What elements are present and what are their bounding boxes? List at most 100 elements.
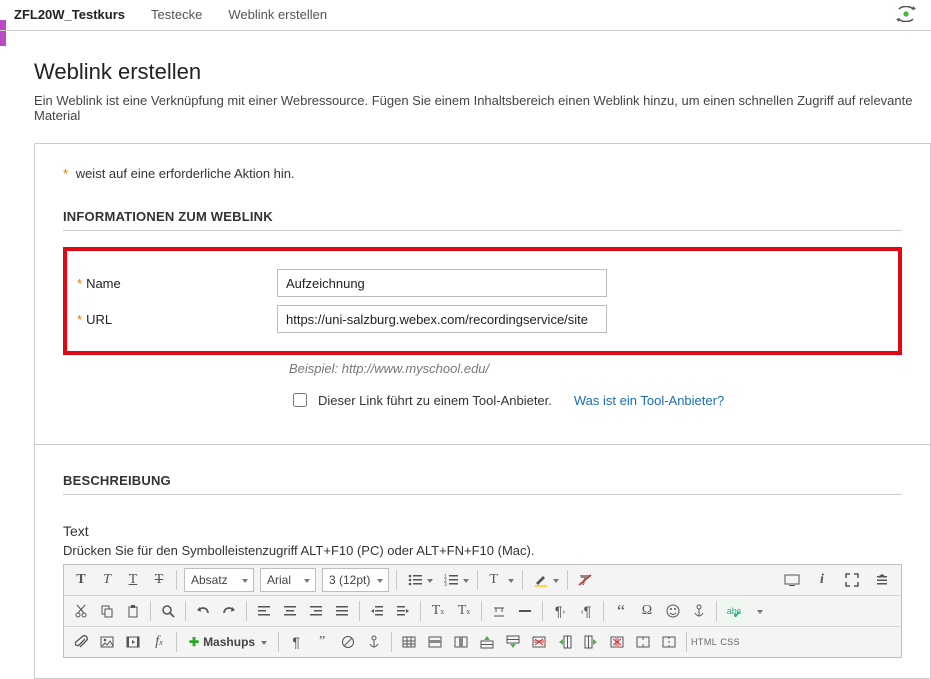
blockquote-icon[interactable]: ” [310,630,334,654]
separator [522,570,523,590]
text-color-icon[interactable]: T [483,568,517,592]
page-subtitle: Ein Weblink ist eine Verknüpfung mit ein… [34,93,931,123]
collapse-toolbar-icon[interactable] [870,568,894,592]
tool-provider-help-link[interactable]: Was ist ein Tool-Anbieter? [574,393,724,408]
url-example: Beispiel: http://www.myschool.edu/ [289,361,902,376]
mashups-dropdown[interactable]: ✚Mashups [183,630,272,654]
field-row-name: * Name [77,269,888,297]
table-merge-cells-icon[interactable] [631,630,655,654]
separator [278,632,279,652]
find-replace-icon[interactable] [156,599,180,623]
section-weblink-info-title: INFORMATIONEN ZUM WEBLINK [63,209,902,224]
table-insert-col-right-icon[interactable] [579,630,603,654]
section-description-title: BESCHREIBUNG [63,473,902,488]
separator [420,601,421,621]
separator [603,601,604,621]
font-size-select[interactable]: 3 (12pt) [322,568,389,592]
symbol-icon[interactable]: Ω [635,599,659,623]
table-split-cells-icon[interactable] [657,630,681,654]
preview-icon[interactable] [780,568,804,592]
spellcheck-options-icon[interactable] [748,599,766,623]
paste-icon[interactable] [121,599,145,623]
table-insert-icon[interactable] [397,630,421,654]
spellcheck-icon[interactable]: abc✔ [722,599,746,623]
align-left-icon[interactable] [252,599,276,623]
align-right-icon[interactable] [304,599,328,623]
superscript-icon[interactable]: Tx [426,599,450,623]
editor-hint: Drücken Sie für den Symbolleistenzugriff… [63,543,902,558]
horizontal-rule-icon[interactable] [513,599,537,623]
attach-file-icon[interactable] [69,630,93,654]
separator [359,601,360,621]
separator [481,601,482,621]
cut-icon[interactable] [69,599,93,623]
table-insert-col-left-icon[interactable] [553,630,577,654]
separator [176,632,177,652]
toolbar-row-3: fx ✚Mashups ¶ ” [64,627,901,657]
tool-provider-label: Dieser Link führt zu einem Tool-Anbieter… [318,393,552,408]
indent-icon[interactable] [391,599,415,623]
url-input[interactable] [277,305,607,333]
table-col-props-icon[interactable] [449,630,473,654]
underline-icon[interactable]: T [121,568,145,592]
insert-line-icon[interactable] [487,599,511,623]
insert-image-icon[interactable] [95,630,119,654]
html-view-icon[interactable]: HTML [692,630,716,654]
numbered-list-icon[interactable]: 123 [438,568,472,592]
italic-icon[interactable]: T [95,568,119,592]
separator [542,601,543,621]
table-insert-row-above-icon[interactable] [475,630,499,654]
tool-provider-row: Dieser Link führt zu einem Tool-Anbieter… [289,390,902,410]
field-row-url: * URL [77,305,888,333]
subscript-icon[interactable]: Tx [452,599,476,623]
align-justify-icon[interactable] [330,599,354,623]
quote-icon[interactable]: “ [609,599,633,623]
svg-text:3: 3 [444,582,447,586]
paragraph-select[interactable]: Absatz [184,568,254,592]
asterisk-icon: * [77,312,82,327]
ltr-icon[interactable]: ¶› [548,599,572,623]
help-icon[interactable]: i [810,568,834,592]
table-row-props-icon[interactable] [423,630,447,654]
separator [396,570,397,590]
strikethrough-icon[interactable]: T [147,568,171,592]
insert-math-icon[interactable]: fx [147,630,171,654]
divider [35,444,930,445]
asterisk-icon: * [77,276,82,291]
nbsp-icon[interactable] [336,630,360,654]
undo-icon[interactable] [191,599,215,623]
redo-icon[interactable] [217,599,241,623]
anchor2-icon[interactable] [362,630,386,654]
toolbar-row-1: T T T T Absatz Arial 3 (12pt) 123 [64,565,901,596]
outdent-icon[interactable] [365,599,389,623]
highlight-color-icon[interactable] [528,568,562,592]
breadcrumb-course[interactable]: ZFL20W_Testkurs [14,7,125,22]
rtl-icon[interactable]: ‹¶ [574,599,598,623]
breadcrumb-area[interactable]: Testecke [151,7,202,22]
table-delete-row-icon[interactable] [527,630,551,654]
tool-provider-checkbox[interactable] [293,393,307,407]
bullet-list-icon[interactable] [402,568,436,592]
copy-icon[interactable] [95,599,119,623]
clear-formatting-icon[interactable] [573,568,597,592]
divider [63,230,902,231]
insert-media-icon[interactable] [121,630,145,654]
separator [185,601,186,621]
table-insert-row-below-icon[interactable] [501,630,525,654]
font-family-select[interactable]: Arial [260,568,316,592]
anchor-icon[interactable] [687,599,711,623]
refresh-icon[interactable] [895,6,917,22]
name-input[interactable] [277,269,607,297]
fullscreen-icon[interactable] [840,568,864,592]
css-view-icon[interactable]: CSS [718,630,742,654]
emoticon-icon[interactable] [661,599,685,623]
show-nonprinting-icon[interactable]: ¶ [284,630,308,654]
bold-icon[interactable]: T [69,568,93,592]
table-delete-col-icon[interactable] [605,630,629,654]
align-center-icon[interactable] [278,599,302,623]
form-panel: * weist auf eine erforderliche Aktion hi… [34,143,931,679]
required-note: * weist auf eine erforderliche Aktion hi… [63,166,902,181]
separator [176,570,177,590]
required-note-text: weist auf eine erforderliche Aktion hin. [76,166,295,181]
separator [567,570,568,590]
